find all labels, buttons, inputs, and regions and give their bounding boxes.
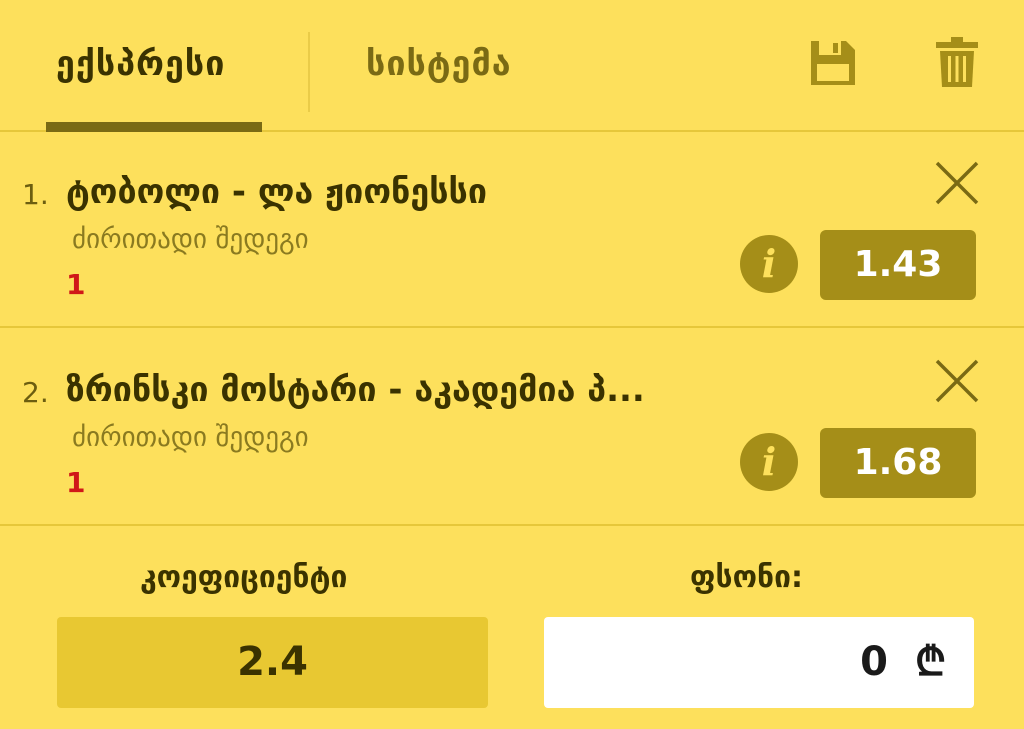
match-name: ზრინსკი მოსტარი - აკადემია პ... xyxy=(66,370,645,410)
stake-label: ფსონი: xyxy=(690,560,803,595)
coefficient-label: კოეფიციენტი xyxy=(140,560,348,595)
odds-value[interactable]: 1.68 xyxy=(820,428,976,498)
save-button[interactable] xyxy=(808,38,858,88)
tab-divider xyxy=(308,32,310,112)
market-name: ძირითადი შედეგი xyxy=(72,224,309,255)
tab-express[interactable]: ექსპრესი xyxy=(56,44,225,84)
close-icon xyxy=(935,359,979,403)
market-name: ძირითადი შედეგი xyxy=(72,422,309,453)
coefficient-value: 2.4 xyxy=(57,617,488,708)
info-icon[interactable]: i xyxy=(740,235,798,293)
bet-item: 2. ზრინსკი მოსტარი - აკადემია პ... ძირით… xyxy=(0,330,1024,526)
stake-input[interactable]: 0 ₾ xyxy=(544,617,974,708)
bet-number: 1. xyxy=(22,178,49,211)
trash-icon xyxy=(936,37,978,87)
lari-currency-icon: ₾ xyxy=(915,639,946,685)
bet-slip-tabs: ექსპრესი სისტემა xyxy=(0,0,1024,132)
odds-value[interactable]: 1.43 xyxy=(820,230,976,300)
bet-item: 1. ტობოლი - ლა ჟიონესსი ძირითადი შედეგი … xyxy=(0,132,1024,328)
stake-value[interactable]: 0 xyxy=(860,617,888,708)
tab-system[interactable]: სისტემა xyxy=(366,44,512,84)
info-icon[interactable]: i xyxy=(740,433,798,491)
selection-value: 1 xyxy=(66,268,86,301)
remove-bet-button[interactable] xyxy=(934,358,980,404)
clear-all-button[interactable] xyxy=(934,36,980,88)
active-tab-indicator xyxy=(46,122,262,132)
match-name: ტობოლი - ლა ჟიონესსი xyxy=(66,172,487,212)
selection-value: 1 xyxy=(66,466,86,499)
close-icon xyxy=(935,161,979,205)
bet-number: 2. xyxy=(22,376,49,409)
remove-bet-button[interactable] xyxy=(934,160,980,206)
save-icon xyxy=(811,41,855,85)
